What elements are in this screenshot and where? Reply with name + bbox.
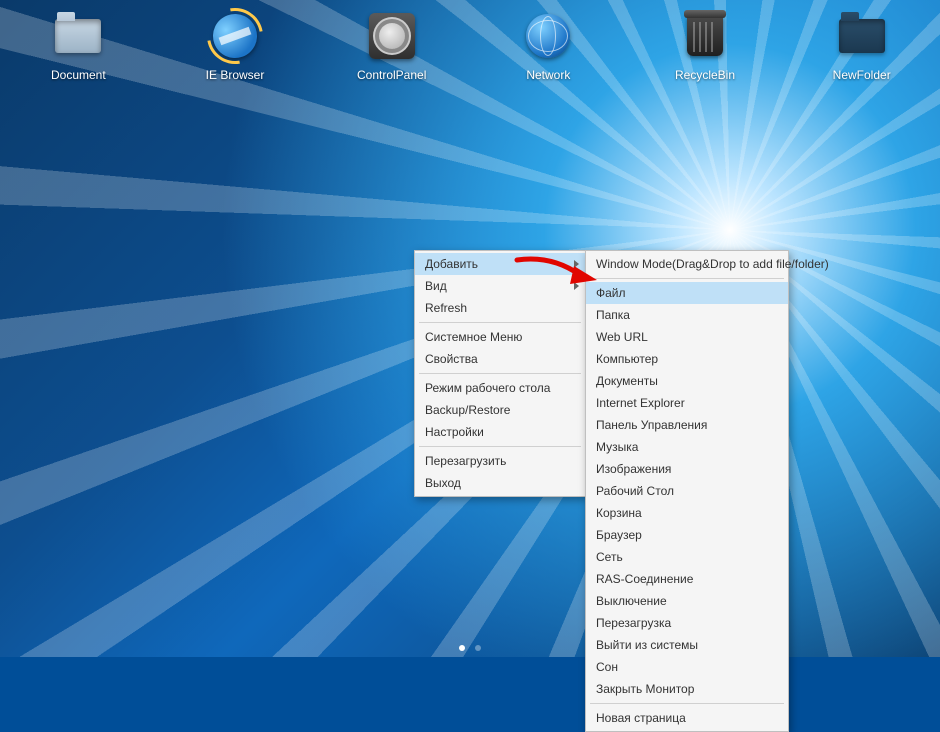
submenu-item-control-panel[interactable]: Панель Управления [586, 414, 788, 436]
submenu-item-folder[interactable]: Папка [586, 304, 788, 326]
context-menu: Добавить Вид Refresh Системное Меню Свой… [414, 250, 586, 497]
globe-icon [522, 10, 574, 62]
submenu-item-ras-connection[interactable]: RAS-Соединение [586, 568, 788, 590]
icon-label: Document [0, 68, 157, 82]
submenu-item-browser[interactable]: Браузер [586, 524, 788, 546]
submenu-item-internet-explorer[interactable]: Internet Explorer [586, 392, 788, 414]
desktop-icon-control-panel[interactable]: ControlPanel [313, 10, 470, 82]
folder-icon [836, 10, 888, 62]
submenu-item-computer[interactable]: Компьютер [586, 348, 788, 370]
menu-separator [419, 322, 581, 323]
icon-label: Network [470, 68, 627, 82]
menu-item-refresh[interactable]: Refresh [415, 297, 585, 319]
submenu-item-file[interactable]: Файл [586, 282, 788, 304]
menu-item-add[interactable]: Добавить [415, 253, 585, 275]
desktop-icon-network[interactable]: Network [470, 10, 627, 82]
ie-icon [209, 10, 261, 62]
menu-item-properties[interactable]: Свойства [415, 348, 585, 370]
folder-icon [52, 10, 104, 62]
desktop-icon-recycle-bin[interactable]: RecycleBin [627, 10, 784, 82]
submenu-item-window-mode[interactable]: Window Mode(Drag&Drop to add file/folder… [586, 253, 788, 275]
submenu-item-network[interactable]: Сеть [586, 546, 788, 568]
submenu-item-recycle-bin[interactable]: Корзина [586, 502, 788, 524]
submenu-item-shutdown[interactable]: Выключение [586, 590, 788, 612]
menu-item-restart[interactable]: Перезагрузить [415, 450, 585, 472]
submenu-item-pictures[interactable]: Изображения [586, 458, 788, 480]
icon-label: ControlPanel [313, 68, 470, 82]
recycle-bin-icon [679, 10, 731, 62]
submenu-item-desktop[interactable]: Рабочий Стол [586, 480, 788, 502]
submenu-item-documents[interactable]: Документы [586, 370, 788, 392]
menu-separator [590, 703, 784, 704]
menu-item-backup-restore[interactable]: Backup/Restore [415, 399, 585, 421]
page-dot-1[interactable] [459, 645, 465, 651]
submenu-item-sleep[interactable]: Сон [586, 656, 788, 678]
submenu-item-logoff[interactable]: Выйти из системы [586, 634, 788, 656]
submenu-add: Window Mode(Drag&Drop to add file/folder… [585, 250, 789, 732]
control-panel-icon [366, 10, 418, 62]
submenu-item-music[interactable]: Музыка [586, 436, 788, 458]
menu-separator [419, 446, 581, 447]
desktop-icon-ie-browser[interactable]: IE Browser [157, 10, 314, 82]
desktop-icon-document[interactable]: Document [0, 10, 157, 82]
icon-label: IE Browser [157, 68, 314, 82]
page-indicator [459, 645, 481, 651]
menu-item-desktop-mode[interactable]: Режим рабочего стола [415, 377, 585, 399]
menu-separator [419, 373, 581, 374]
desktop-icon-new-folder[interactable]: NewFolder [783, 10, 940, 82]
menu-item-system-menu[interactable]: Системное Меню [415, 326, 585, 348]
submenu-item-close-monitor[interactable]: Закрыть Монитор [586, 678, 788, 700]
menu-separator [590, 278, 784, 279]
menu-item-exit[interactable]: Выход [415, 472, 585, 494]
menu-item-settings[interactable]: Настройки [415, 421, 585, 443]
menu-item-view[interactable]: Вид [415, 275, 585, 297]
icon-label: RecycleBin [627, 68, 784, 82]
icon-label: NewFolder [783, 68, 940, 82]
page-dot-2[interactable] [475, 645, 481, 651]
submenu-item-web-url[interactable]: Web URL [586, 326, 788, 348]
desktop-icon-row: Document IE Browser ControlPanel Network… [0, 10, 940, 82]
submenu-item-new-page[interactable]: Новая страница [586, 707, 788, 729]
submenu-item-reboot[interactable]: Перезагрузка [586, 612, 788, 634]
